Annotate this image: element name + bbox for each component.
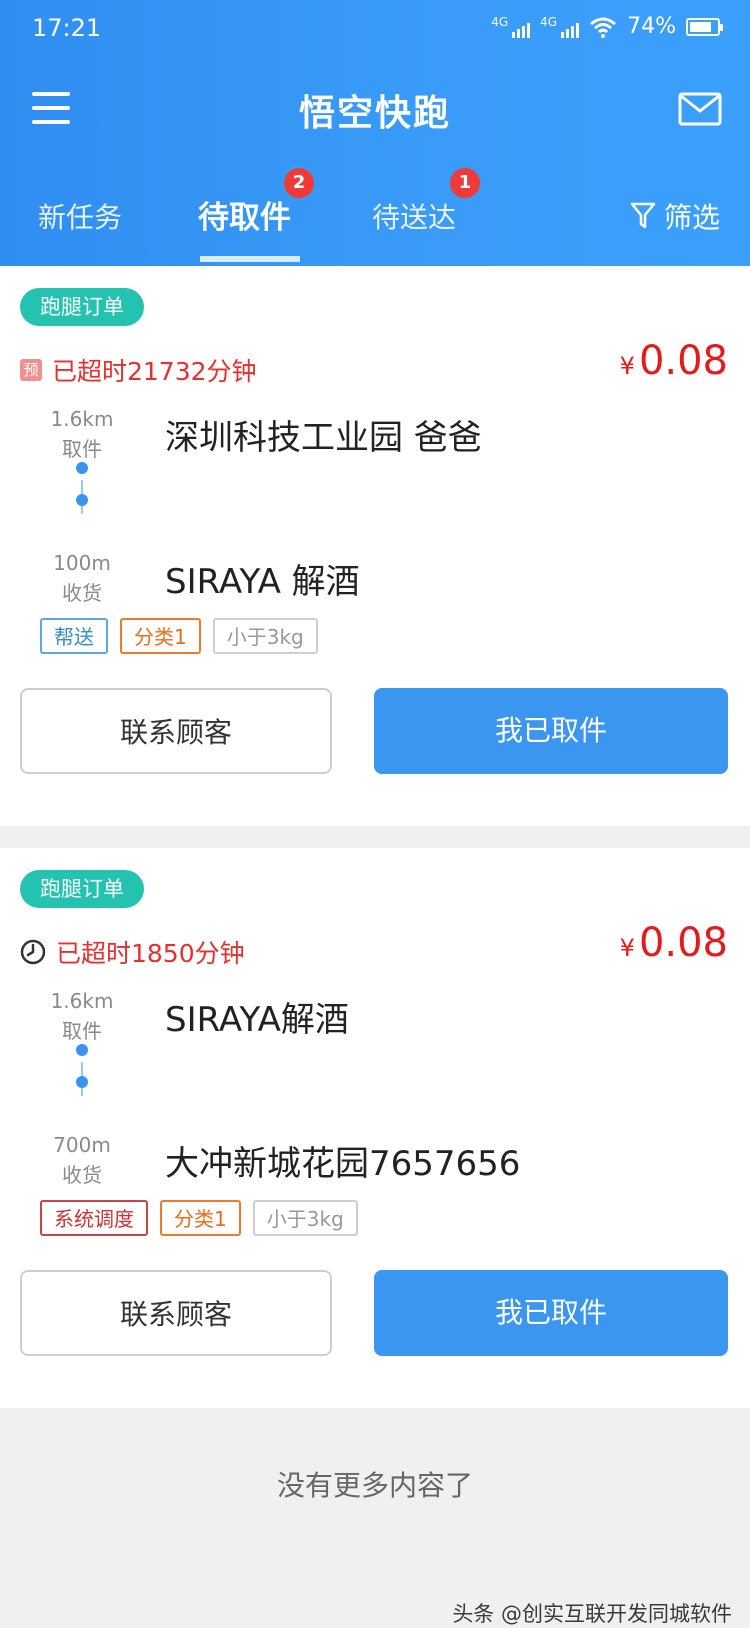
overtime-text: 已超时21732分钟 bbox=[52, 357, 257, 386]
currency-symbol: ¥ bbox=[619, 934, 635, 962]
order-price: ¥0.08 bbox=[620, 338, 728, 384]
order-type-badge: 跑腿订单 bbox=[20, 288, 144, 326]
signal-icon: 4G bbox=[491, 14, 531, 38]
currency-symbol: ¥ bbox=[619, 352, 635, 380]
delivery-label: 收货 bbox=[62, 581, 102, 605]
tag-weight: 小于3kg bbox=[212, 618, 318, 654]
overtime-status: 预 已超时21732分钟 bbox=[20, 352, 257, 388]
filter-button[interactable]: 筛选 bbox=[630, 196, 720, 236]
filter-label: 筛选 bbox=[663, 201, 720, 234]
overtime-status: 已超时1850分钟 bbox=[20, 934, 245, 970]
tag-system-dispatch: 系统调度 bbox=[40, 1200, 148, 1236]
signal-icon: 4G bbox=[540, 14, 580, 38]
order-tags: 帮送 分类1 小于3kg bbox=[40, 618, 318, 654]
pickup-dot bbox=[76, 1044, 88, 1056]
contact-customer-button[interactable]: 联系顾客 bbox=[20, 688, 332, 774]
pickup-distance-value: 1.6km bbox=[50, 989, 114, 1013]
pending-delivery-badge: 1 bbox=[448, 166, 482, 200]
app-title: 悟空快跑 bbox=[298, 93, 451, 134]
mail-icon[interactable] bbox=[678, 92, 722, 126]
tag-help-send: 帮送 bbox=[40, 618, 108, 654]
pickup-label: 取件 bbox=[62, 1019, 102, 1043]
delivery-dot bbox=[76, 494, 88, 506]
order-card: 跑腿订单 预 已超时21732分钟 ¥0.08 1.6km 取件 100m 收货… bbox=[0, 266, 750, 826]
order-type-badge: 跑腿订单 bbox=[20, 870, 144, 908]
network-type-label: 4G bbox=[491, 14, 509, 29]
delivery-distance: 100m 收货 bbox=[32, 548, 132, 608]
tab-pending-pickup[interactable]: 待取件 bbox=[198, 192, 291, 237]
price-value: 0.08 bbox=[638, 920, 728, 966]
active-tab-indicator bbox=[200, 256, 300, 262]
end-of-list-text: 没有更多内容了 bbox=[276, 1469, 473, 1502]
order-price: ¥0.08 bbox=[620, 920, 728, 966]
overtime-text: 已超时1850分钟 bbox=[56, 939, 245, 968]
pickup-label: 取件 bbox=[62, 437, 102, 461]
price-value: 0.08 bbox=[638, 338, 728, 384]
tab-pending-delivery[interactable]: 待送达 bbox=[372, 196, 456, 236]
delivery-dot bbox=[76, 1076, 88, 1088]
tag-weight: 小于3kg bbox=[252, 1200, 358, 1236]
tab-new-task[interactable]: 新任务 bbox=[38, 196, 122, 236]
delivery-address: SIRAYA 解酒 bbox=[165, 562, 360, 602]
pickup-distance: 1.6km 取件 bbox=[32, 404, 132, 464]
delivery-distance-value: 700m bbox=[53, 1133, 111, 1157]
pickup-distance: 1.6km 取件 bbox=[32, 986, 132, 1046]
app-header: 17:21 4G 4G 74% 悟空快跑 新任务 待取件 2 待送达 1 筛选 bbox=[0, 0, 750, 266]
tag-category: 分类1 bbox=[160, 1200, 241, 1236]
contact-customer-button[interactable]: 联系顾客 bbox=[20, 1270, 332, 1356]
order-card: 跑腿订单 已超时1850分钟 ¥0.08 1.6km 取件 700m 收货 SI… bbox=[0, 848, 750, 1408]
status-icons: 4G 4G 74% bbox=[491, 14, 723, 39]
delivery-distance: 700m 收货 bbox=[32, 1130, 132, 1190]
pickup-distance-value: 1.6km bbox=[50, 407, 114, 431]
status-time: 17:21 bbox=[32, 14, 102, 42]
tab-bar: 新任务 待取件 2 待送达 1 筛选 bbox=[0, 166, 750, 266]
delivery-label: 收货 bbox=[62, 1163, 102, 1187]
picked-up-button[interactable]: 我已取件 bbox=[374, 688, 728, 774]
wifi-icon bbox=[590, 17, 617, 38]
delivery-distance-value: 100m bbox=[53, 551, 111, 575]
battery-icon bbox=[686, 17, 723, 36]
order-tags: 系统调度 分类1 小于3kg bbox=[40, 1200, 358, 1236]
tag-category: 分类1 bbox=[120, 618, 201, 654]
pickup-address: SIRAYA解酒 bbox=[165, 1000, 349, 1040]
delivery-address: 大冲新城花园7657656 bbox=[165, 1144, 521, 1184]
battery-percent: 74% bbox=[627, 14, 676, 39]
reservation-icon: 预 bbox=[20, 359, 42, 381]
filter-icon bbox=[630, 202, 656, 229]
pickup-address: 深圳科技工业园 爸爸 bbox=[165, 418, 482, 458]
network-type-label: 4G bbox=[540, 14, 558, 29]
pickup-dot bbox=[76, 462, 88, 474]
status-bar: 17:21 4G 4G 74% bbox=[0, 0, 750, 60]
clock-icon bbox=[20, 939, 46, 965]
pending-pickup-badge: 2 bbox=[282, 166, 316, 200]
picked-up-button[interactable]: 我已取件 bbox=[374, 1270, 728, 1356]
